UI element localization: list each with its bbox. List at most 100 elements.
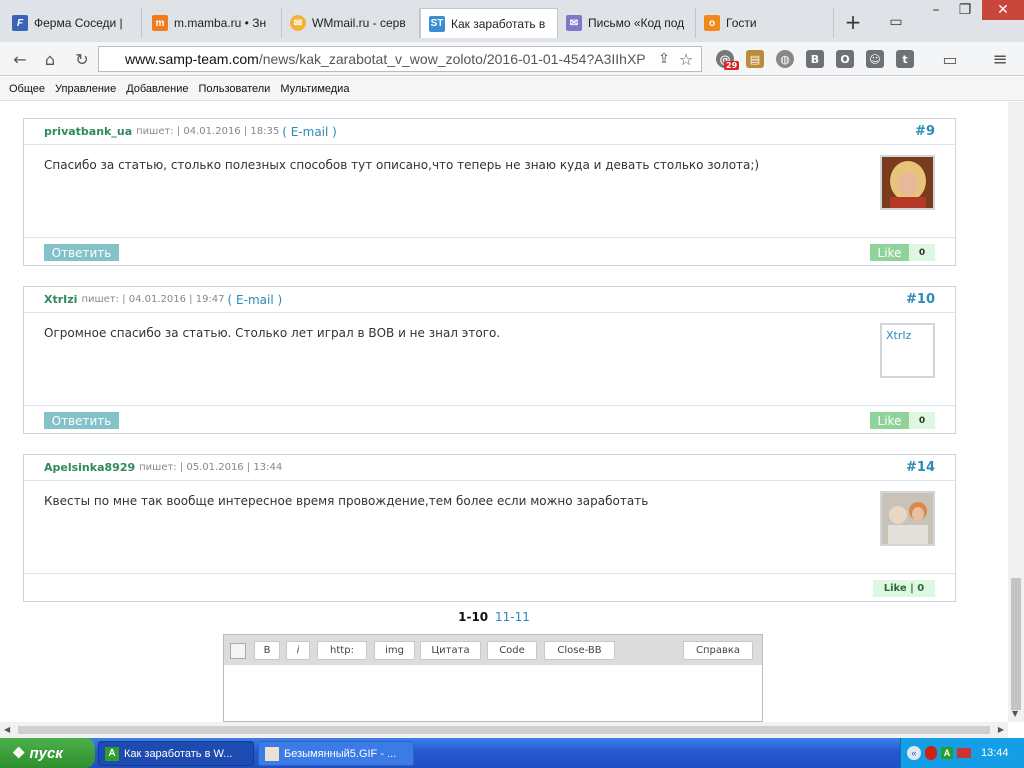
tab-mamba[interactable]: m m.mamba.ru • Зн [144,8,282,38]
comment-wrote-label: пишет: [139,462,177,473]
like-button[interactable]: Like | 0 [873,580,935,597]
start-button[interactable]: ❖ пуск [0,738,95,768]
reload-icon[interactable]: ↻ [70,47,94,71]
vertical-scroll-thumb[interactable] [1011,578,1021,710]
like-count: 0 [909,244,935,261]
scroll-left-arrow-icon[interactable]: ◀ [4,725,10,734]
tab-ferma[interactable]: F Ферма Соседи | [4,8,142,38]
opera-icon[interactable] [925,746,937,760]
menu-icon[interactable]: ≡ [988,47,1012,71]
tab-label: Гости [726,16,757,30]
broken-image-alt: XtrIz [886,329,912,342]
quote-button[interactable]: Цитата [420,641,481,660]
language-flag-icon[interactable] [957,748,971,758]
start-label: пуск [29,744,63,762]
vk-icon[interactable]: В [806,50,824,68]
menu-item-multimedia[interactable]: Мультимедиа [280,83,349,95]
globe-icon[interactable]: ◍ [776,50,794,68]
address-path: /news/kak_zarabotat_v_wow_zoloto/2016-01… [258,51,646,67]
like-widget: Like 0 [870,412,935,429]
comment-number[interactable]: #14 [906,460,935,475]
help-button[interactable]: Справка [683,641,753,660]
italic-button[interactable]: i [286,641,310,660]
share-icon[interactable]: ⇪ [652,47,676,71]
link-button[interactable]: http: [317,641,367,660]
comment-number[interactable]: #10 [906,292,935,307]
next-page-link[interactable]: 11-11 [495,610,530,624]
comment-text: Квесты по мне так вообще интересное врем… [44,494,649,508]
comment-author[interactable]: Apelsinka8929 [44,461,135,474]
comment-email-link[interactable]: ( E-mail ) [228,293,283,307]
comment-footer: Ответить Like 0 [24,237,955,265]
comment-email-link[interactable]: ( E-mail ) [282,125,337,139]
mail-count-badge: 29 [724,61,740,70]
address-bar[interactable]: www.samp-team.com/news/kak_zarabotat_v_w… [98,46,702,72]
comment-body: Квесты по мне так вообще интересное врем… [24,481,955,573]
comment-author[interactable]: XtrIzi [44,293,77,306]
code-button[interactable]: Code [487,641,537,660]
st-icon: ST [429,15,445,32]
comment-body: Огромное спасибо за статью. Столько лет … [24,313,955,405]
menu-item-general[interactable]: Общее [9,83,45,95]
tab-mail[interactable]: ✉ Письмо «Код под [558,8,696,38]
task-label: Безымянный5.GIF - ... [284,747,397,760]
tab-label: Письмо «Код под [588,16,685,30]
tab-list-icon[interactable]: ▭ [884,12,908,32]
reply-button[interactable]: Ответить [44,412,119,429]
restore-icon[interactable]: ❐ [953,0,977,20]
odnoklassniki-icon[interactable]: О [836,50,854,68]
reply-button[interactable]: Ответить [44,244,119,261]
minimize-icon[interactable]: – [924,0,948,20]
browser-icon: A [105,746,119,761]
taskbar-item-browser[interactable]: A Как заработать в W... [98,741,254,766]
back-icon[interactable]: ← [8,47,32,71]
paint-icon [265,746,279,761]
taskbar-item-paint[interactable]: Безымянный5.GIF - ... [258,741,414,766]
like-button[interactable]: Like [870,244,909,261]
task-label: Как заработать в W... [124,747,233,760]
home-icon[interactable]: ⌂ [38,47,62,71]
comment-header: Apelsinka8929 пишет: | 05.01.2016 | 13:4… [24,455,955,481]
menu-item-manage[interactable]: Управление [55,83,116,95]
image-button[interactable]: img [374,641,415,660]
close-icon[interactable]: ✕ [982,0,1024,20]
horizontal-scrollbar[interactable]: ◀ ▶ [0,722,1008,738]
folder-ext-icon[interactable]: ▤ [746,50,764,68]
page-content: privatbank_ua пишет: | 04.01.2016 | 18:3… [0,102,1008,722]
twitter-icon[interactable]: t [896,50,914,68]
tab-samp-team[interactable]: ST Как заработать в W [420,8,558,38]
chat-icon[interactable]: ▭ [938,47,962,71]
comment-number[interactable]: #9 [915,124,935,139]
new-tab-icon[interactable]: + [838,10,868,34]
comment: XtrIzi пишет: | 04.01.2016 | 19:47 ( E-m… [23,286,956,434]
smile-icon[interactable]: ☺ [866,50,884,68]
menu-item-add[interactable]: Добавление [126,83,188,95]
tray-expand-icon[interactable]: « [907,746,921,760]
comment-author[interactable]: privatbank_ua [44,125,132,138]
comment-footer: Like | 0 [24,573,955,601]
comment-text: Спасибо за статью, столько полезных спос… [44,158,760,172]
tab-label: Как заработать в W [451,16,549,31]
smiley-image-icon[interactable] [230,643,246,659]
like-button[interactable]: Like [870,412,909,429]
scroll-down-arrow-icon[interactable]: ▼ [1012,709,1018,718]
comment-header: XtrIzi пишет: | 04.01.2016 | 19:47 ( E-m… [24,287,955,313]
vertical-scrollbar[interactable]: ▼ [1008,102,1024,722]
comment-date: | 05.01.2016 | 13:44 [179,462,283,473]
site-admin-menu: Общее Управление Добавление Пользователи… [0,77,1024,101]
address-host: www.samp-team.com [125,51,259,67]
bold-button[interactable]: B [254,641,280,660]
bookmark-star-icon[interactable]: ☆ [674,47,698,71]
tab-wmmail[interactable]: ✉ WMmail.ru - серв [282,8,420,38]
comment-wrote-label: пишет: [81,294,119,305]
tab-gosti[interactable]: о Гости [696,8,834,38]
scroll-right-arrow-icon[interactable]: ▶ [998,725,1004,734]
tab-label: m.mamba.ru • Зн [174,16,267,30]
wmmail-icon: ✉ [290,15,306,31]
menu-item-users[interactable]: Пользователи [199,83,271,95]
horizontal-scroll-thumb[interactable] [18,726,990,734]
close-bb-button[interactable]: Close-BB [544,641,615,660]
comment-textarea[interactable] [224,665,762,721]
fs-icon: F [12,15,28,31]
browser-tray-icon[interactable]: A [941,747,953,759]
